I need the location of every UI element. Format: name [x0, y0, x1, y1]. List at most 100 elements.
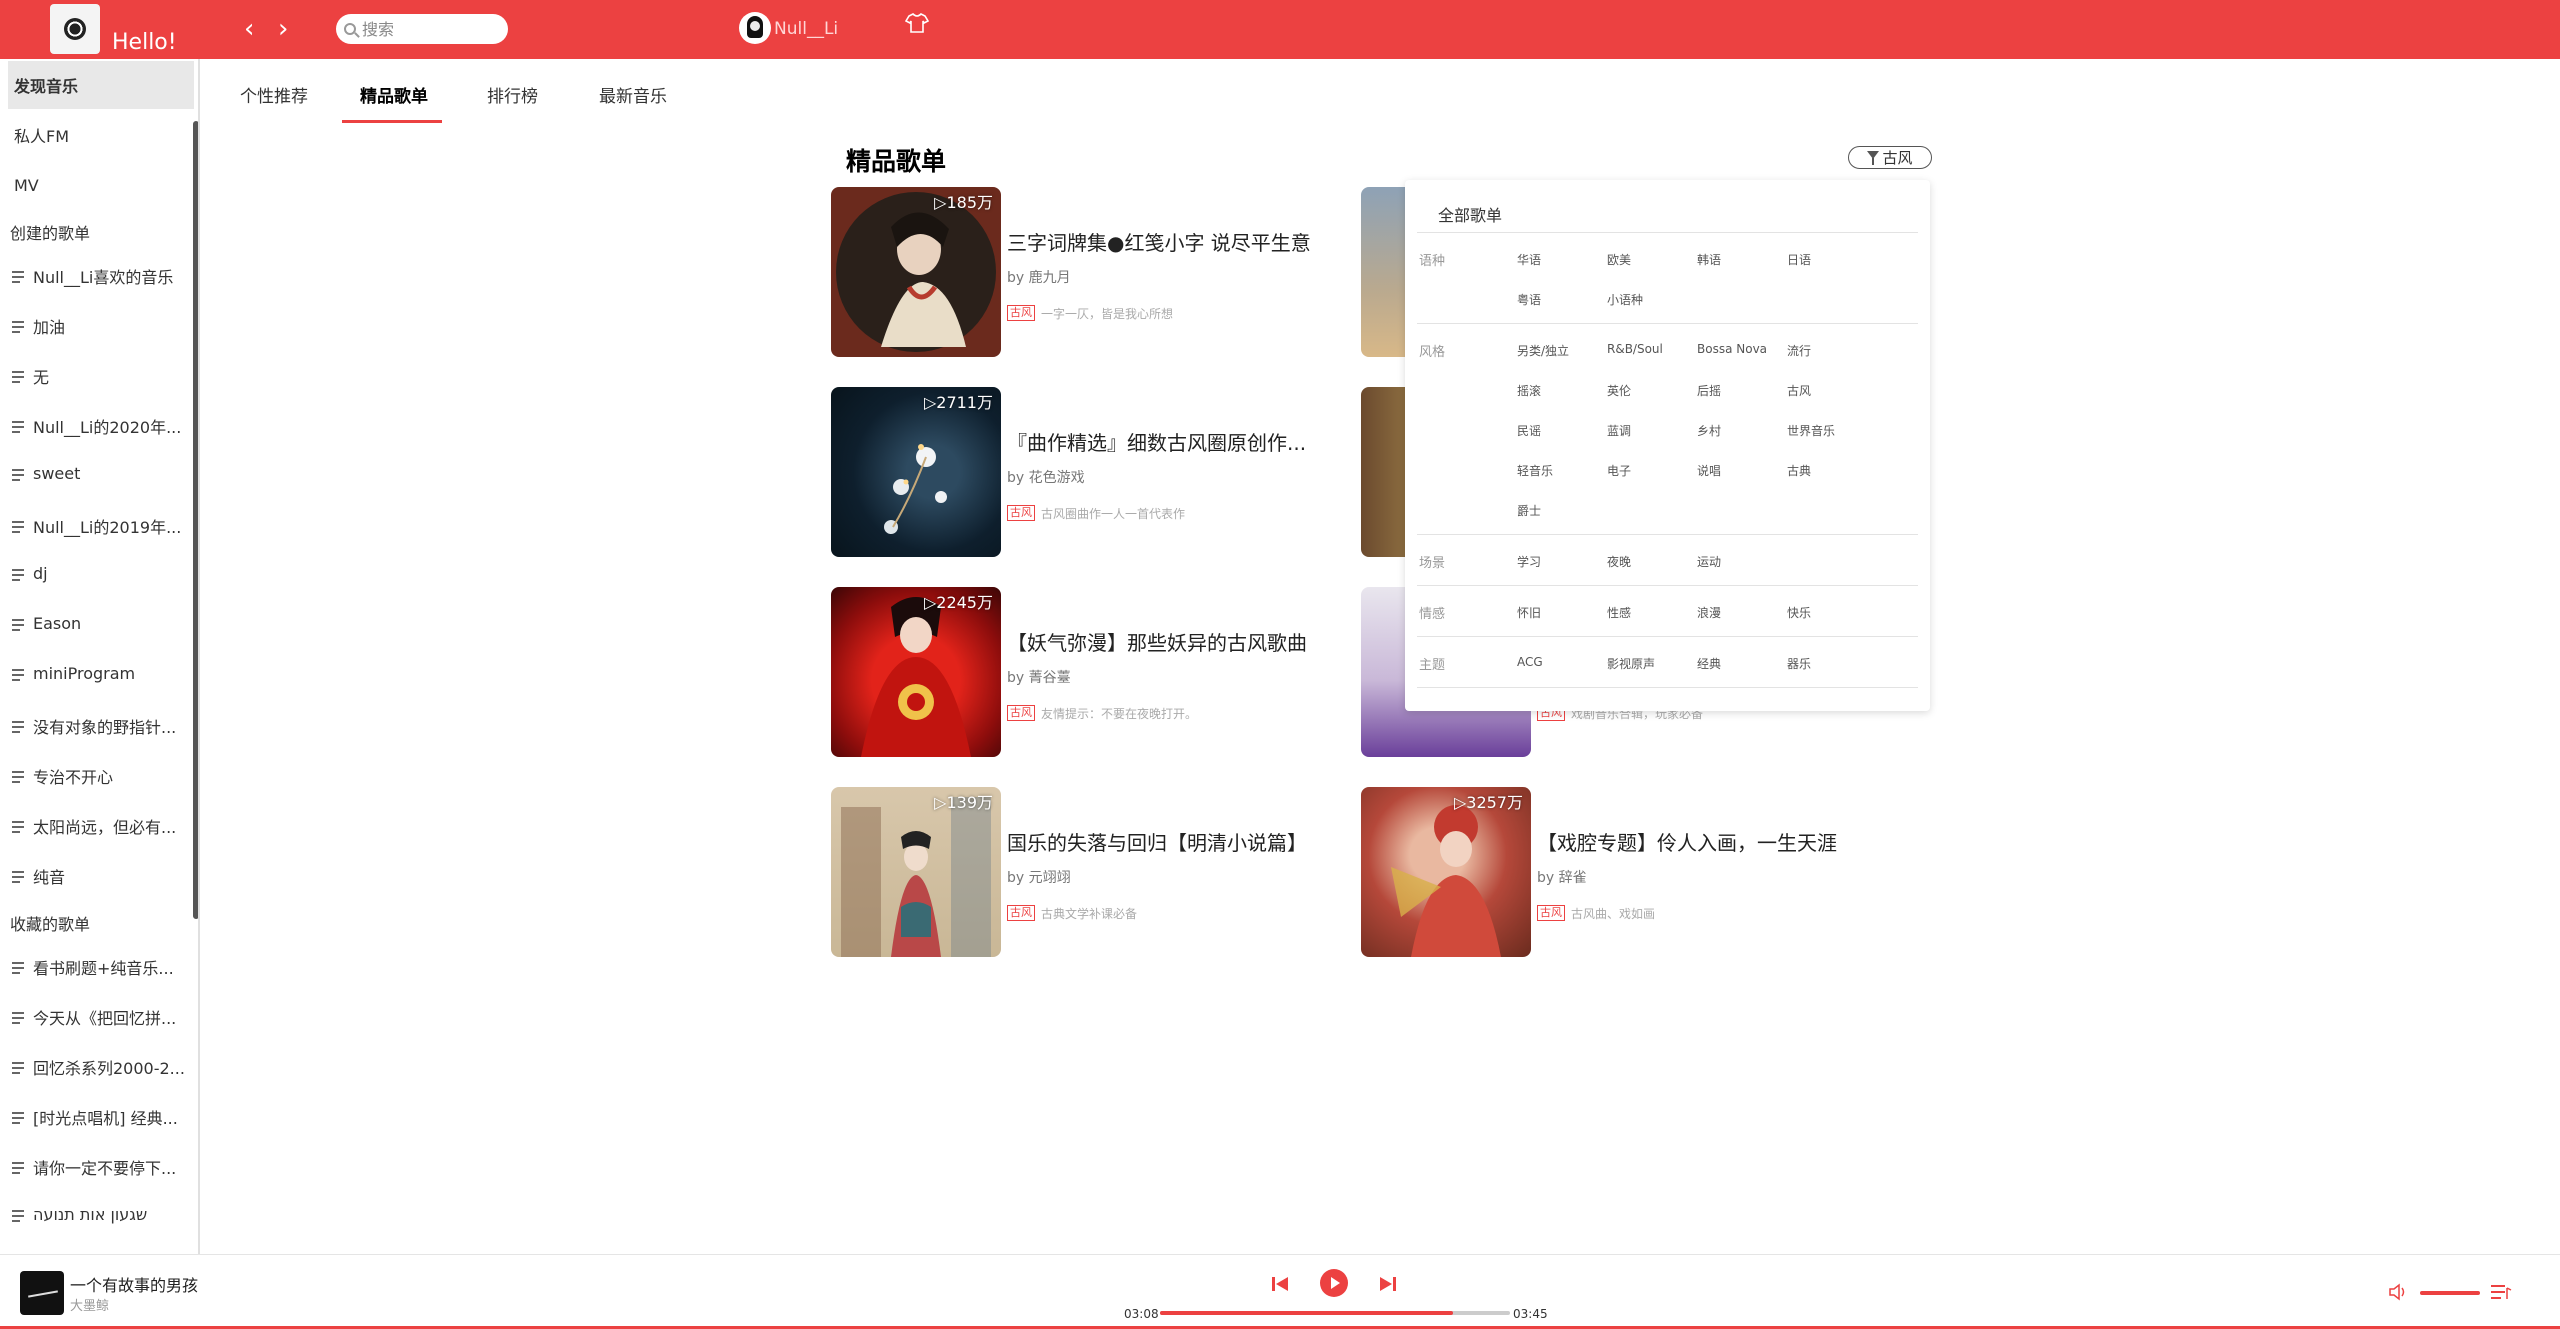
category-option[interactable]: R&B/Soul: [1607, 342, 1663, 356]
tab-new-music[interactable]: 最新音乐: [599, 82, 667, 107]
category-option[interactable]: 性感: [1607, 604, 1631, 621]
category-option[interactable]: 世界音乐: [1787, 422, 1835, 439]
play-pause-button[interactable]: [1319, 1268, 1349, 1298]
playlist-name[interactable]: 【戏腔专题】伶人入画，一生天涯: [1537, 827, 1857, 856]
playlist-cover[interactable]: ▷2711万: [831, 387, 1001, 557]
tab-playlists[interactable]: 精品歌单: [360, 82, 428, 107]
category-option[interactable]: 韩语: [1697, 251, 1721, 268]
playlist-card[interactable]: ▷2245万 【妖气弥漫】那些妖异的古风歌曲 by 菁谷薹 古风 友情提示：不要…: [831, 587, 1351, 757]
category-option[interactable]: 华语: [1517, 251, 1541, 268]
category-option[interactable]: 运动: [1697, 553, 1721, 570]
now-playing-artist[interactable]: 大墨鲸: [70, 1295, 109, 1314]
playlist-author[interactable]: by 花色游戏: [1007, 467, 1085, 487]
search-box[interactable]: [336, 14, 508, 44]
forward-arrow-icon[interactable]: ›: [278, 16, 288, 42]
back-arrow-icon[interactable]: ‹: [244, 16, 254, 42]
sidebar-playlist[interactable]: [时光点唱机] 经典...: [12, 1105, 190, 1129]
volume-icon[interactable]: [2388, 1283, 2410, 1301]
category-option[interactable]: 乡村: [1697, 422, 1721, 439]
category-option[interactable]: 民谣: [1517, 422, 1541, 439]
category-option[interactable]: 蓝调: [1607, 422, 1631, 439]
app-logo[interactable]: [50, 4, 100, 54]
category-option[interactable]: ACG: [1517, 655, 1543, 669]
now-playing-title[interactable]: 一个有故事的男孩: [70, 1272, 198, 1296]
category-option[interactable]: 另类/独立: [1517, 342, 1569, 359]
playlist-cover[interactable]: ▷185万: [831, 187, 1001, 357]
playlist-cover[interactable]: ▷2245万: [831, 587, 1001, 757]
sidebar-item-discover[interactable]: 发现音乐: [8, 61, 194, 109]
category-option[interactable]: 粤语: [1517, 291, 1541, 308]
sidebar-playlist[interactable]: 加油: [12, 314, 190, 338]
playlist-tag[interactable]: 古风: [1007, 905, 1035, 921]
category-option[interactable]: 浪漫: [1697, 604, 1721, 621]
sidebar-playlist[interactable]: Null__Li的2019年...: [12, 514, 190, 538]
sidebar-playlist[interactable]: Eason: [12, 614, 190, 633]
playlist-card[interactable]: ▷185万 三字词牌集●红笺小字 说尽平生意 by 鹿九月 古风 一字一仄，皆是…: [831, 187, 1351, 357]
sidebar-playlist[interactable]: 看书刷题+纯音乐...: [12, 955, 190, 979]
sidebar-playlist[interactable]: 专治不开心: [12, 764, 190, 788]
sidebar-playlist[interactable]: Null__Li喜欢的音乐: [12, 264, 190, 288]
category-option[interactable]: 古典: [1787, 462, 1811, 479]
user-avatar[interactable]: [739, 12, 771, 44]
progress-bar[interactable]: [1160, 1311, 1510, 1315]
skin-shirt-icon[interactable]: [905, 12, 929, 34]
sidebar-playlist[interactable]: sweet: [12, 464, 190, 483]
category-option[interactable]: 器乐: [1787, 655, 1811, 672]
sidebar-item-mv[interactable]: MV: [8, 161, 194, 209]
category-option[interactable]: 轻音乐: [1517, 462, 1553, 479]
sidebar-playlist[interactable]: 请你一定不要停下...: [12, 1155, 190, 1179]
search-input[interactable]: [360, 18, 500, 40]
playlist-name[interactable]: 【妖气弥漫】那些妖异的古风歌曲: [1007, 627, 1327, 656]
now-playing-cover[interactable]: [20, 1271, 64, 1315]
sidebar-playlist[interactable]: 无: [12, 364, 190, 388]
category-option[interactable]: 小语种: [1607, 291, 1643, 308]
tab-recommend[interactable]: 个性推荐: [240, 82, 308, 107]
category-option[interactable]: 英伦: [1607, 382, 1631, 399]
sidebar-playlist[interactable]: 回忆杀系列2000-2...: [12, 1055, 190, 1079]
playlist-name[interactable]: 三字词牌集●红笺小字 说尽平生意: [1007, 227, 1327, 256]
sidebar-playlist[interactable]: miniProgram: [12, 664, 190, 683]
tab-charts[interactable]: 排行榜: [487, 82, 538, 107]
sidebar-playlist[interactable]: dj: [12, 564, 190, 583]
playlist-cover[interactable]: ▷139万: [831, 787, 1001, 957]
playlist-name[interactable]: 国乐的失落与回归【明清小说篇】: [1007, 827, 1327, 856]
volume-slider[interactable]: [2420, 1291, 2480, 1295]
next-track-icon[interactable]: [1378, 1274, 1398, 1294]
sidebar-playlist[interactable]: 太阳尚远，但必有...: [12, 814, 190, 838]
sidebar-playlist[interactable]: 纯音: [12, 864, 190, 888]
sidebar-playlist[interactable]: 今天从《把回忆拼...: [12, 1005, 190, 1029]
category-option[interactable]: 欧美: [1607, 251, 1631, 268]
category-option[interactable]: 摇滚: [1517, 382, 1541, 399]
category-option[interactable]: 经典: [1697, 655, 1721, 672]
playlist-queue-icon[interactable]: [2490, 1282, 2512, 1302]
category-option[interactable]: 怀旧: [1517, 604, 1541, 621]
sidebar-item-fm[interactable]: 私人FM: [8, 111, 194, 159]
playlist-cover[interactable]: ▷3257万: [1361, 787, 1531, 957]
previous-track-icon[interactable]: [1270, 1274, 1290, 1294]
sidebar-scrollbar[interactable]: [193, 121, 198, 919]
category-option[interactable]: 影视原声: [1607, 655, 1655, 672]
category-filter-button[interactable]: 古风: [1848, 146, 1932, 169]
playlist-tag[interactable]: 古风: [1007, 705, 1035, 721]
category-option[interactable]: 日语: [1787, 251, 1811, 268]
user-name[interactable]: Null__Li: [774, 19, 838, 39]
sidebar-playlist[interactable]: שגעון אות תנועה: [12, 1205, 190, 1224]
category-option[interactable]: 爵士: [1517, 502, 1541, 519]
category-option[interactable]: Bossa Nova: [1697, 342, 1767, 356]
all-playlists-option[interactable]: 全部歌单: [1438, 202, 1502, 226]
category-option[interactable]: 后摇: [1697, 382, 1721, 399]
category-option[interactable]: 说唱: [1697, 462, 1721, 479]
playlist-card[interactable]: ▷2711万 『曲作精选』细数古风圈原创作... by 花色游戏 古风 古风圈曲…: [831, 387, 1351, 557]
playlist-name[interactable]: 『曲作精选』细数古风圈原创作...: [1007, 427, 1327, 456]
category-option[interactable]: 学习: [1517, 553, 1541, 570]
playlist-tag[interactable]: 古风: [1537, 905, 1565, 921]
category-option[interactable]: 古风: [1787, 382, 1811, 399]
playlist-author[interactable]: by 菁谷薹: [1007, 667, 1071, 687]
sidebar-playlist[interactable]: 没有对象的野指针...: [12, 714, 190, 738]
category-option[interactable]: 夜晚: [1607, 553, 1631, 570]
playlist-card[interactable]: ▷3257万 【戏腔专题】伶人入画，一生天涯 by 辞雀 古风 古风曲、戏如画: [1361, 787, 1881, 957]
category-option[interactable]: 流行: [1787, 342, 1811, 359]
playlist-author[interactable]: by 辞雀: [1537, 867, 1587, 887]
category-option[interactable]: 快乐: [1787, 604, 1811, 621]
playlist-tag[interactable]: 古风: [1007, 305, 1035, 321]
